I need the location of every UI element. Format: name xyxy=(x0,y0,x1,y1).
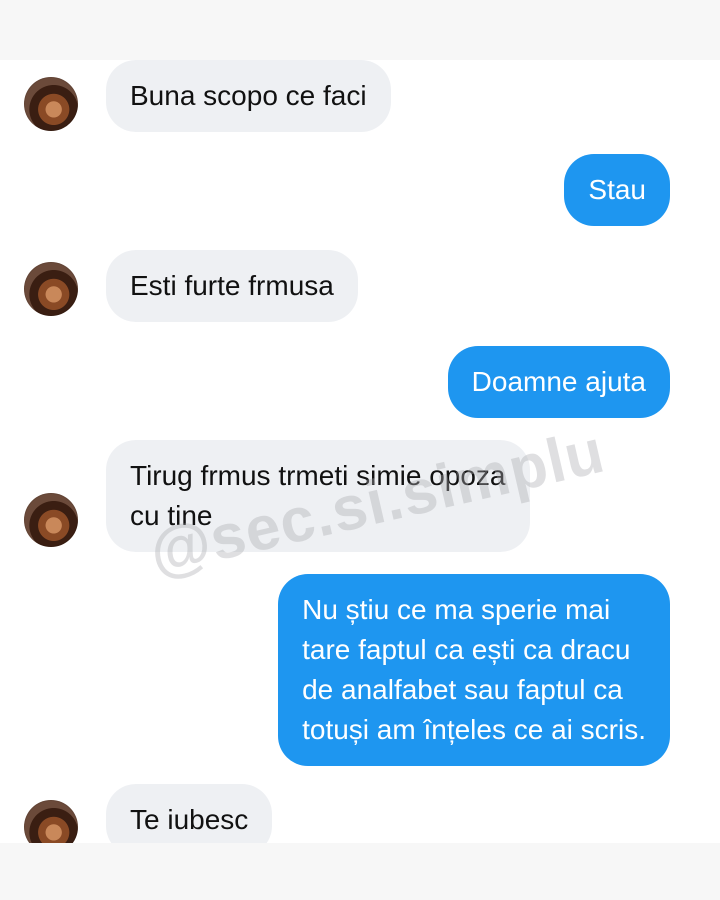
message-received-2[interactable]: Esti furte frmusa xyxy=(106,250,358,322)
message-received-3[interactable]: Tirug frmus trmeti simie opoza cu tine xyxy=(106,440,530,552)
contact-avatar[interactable] xyxy=(24,800,78,843)
chat-thread: Buna scopo ce faci Stau Esti furte frmus… xyxy=(0,60,720,843)
message-line: de analfabet sau faptul ca xyxy=(302,674,623,705)
message-received-4[interactable]: Te iubesc xyxy=(106,784,273,843)
message-line: Tirug frmus trmeti simie opoza xyxy=(130,460,506,491)
message-line: totuși am înțeles ce ai scris. xyxy=(302,714,646,745)
contact-avatar[interactable] xyxy=(24,77,78,131)
message-sent-2[interactable]: Doamne ajuta xyxy=(447,346,670,418)
contact-avatar[interactable] xyxy=(24,262,78,316)
message-sent-3[interactable]: Nu știu ce ma sperie mai tare faptul ca … xyxy=(278,574,670,766)
message-line: tare faptul ca ești ca dracu xyxy=(302,634,631,665)
message-sent-1[interactable]: Stau xyxy=(564,154,670,226)
message-received-1[interactable]: Buna scopo ce faci xyxy=(106,60,391,132)
contact-avatar[interactable] xyxy=(24,493,78,547)
message-line: Nu știu ce ma sperie mai xyxy=(302,594,611,625)
message-line: cu tine xyxy=(130,500,213,531)
